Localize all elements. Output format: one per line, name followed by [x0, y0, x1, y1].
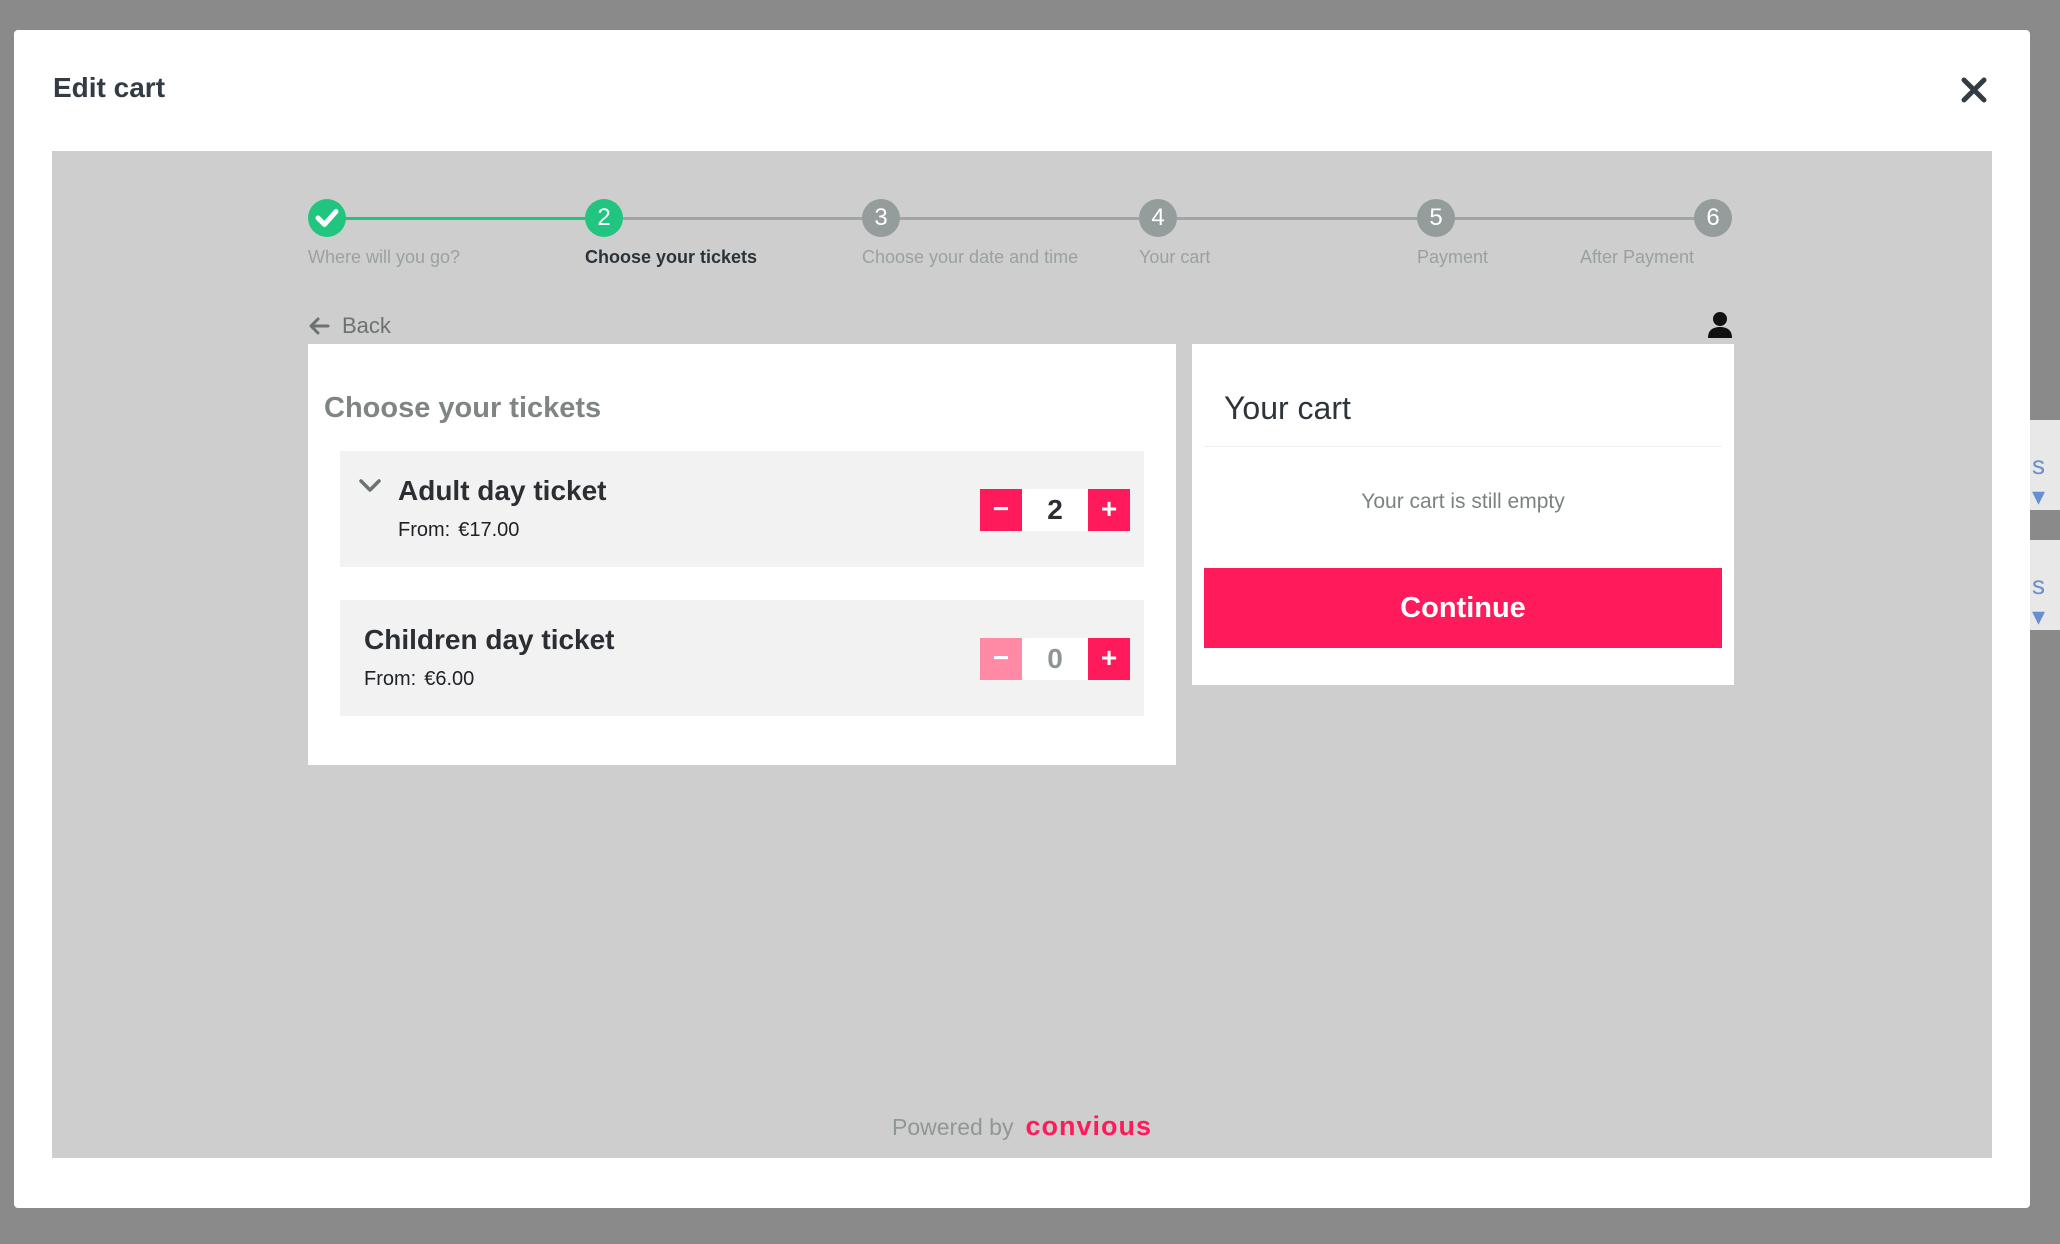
powered-by-text: Powered by	[892, 1114, 1014, 1140]
edit-cart-modal: Edit cart Where will you go? 2 Choose yo…	[14, 30, 2030, 1208]
continue-button[interactable]: Continue	[1204, 568, 1722, 648]
arrow-left-icon	[309, 317, 330, 335]
increase-quantity-button[interactable]: +	[1088, 638, 1130, 680]
step-label: After Payment	[1579, 247, 1694, 267]
price-amount: €17.00	[458, 519, 520, 541]
ticket-card-adult: Adult day ticket From: €17.00 − 2 +	[340, 451, 1144, 567]
ticket-name: Children day ticket	[364, 624, 615, 655]
step-circle: 4	[1139, 199, 1177, 237]
user-icon	[1708, 312, 1732, 338]
increase-quantity-button[interactable]: +	[1088, 489, 1130, 531]
modal-title: Edit cart	[53, 72, 166, 103]
ticket-card-children: Children day ticket From: €6.00 − 0 +	[340, 600, 1144, 716]
booking-widget: Where will you go? 2 Choose your tickets…	[52, 151, 1992, 1158]
step-label: Choose your date and time	[862, 247, 1079, 267]
ticket-price: From: €17.00	[398, 519, 519, 542]
user-account-button[interactable]	[1707, 311, 1733, 339]
cart-panel: Your cart Your cart is still empty Conti…	[1192, 344, 1734, 685]
ticket-name: Adult day ticket	[398, 475, 607, 506]
step-connector	[1447, 217, 1697, 220]
tickets-title: Choose your tickets	[324, 392, 602, 424]
brand-logo[interactable]: convious	[1025, 1111, 1152, 1141]
decrease-quantity-button[interactable]: −	[980, 489, 1022, 531]
divider	[1204, 446, 1722, 447]
quantity-value: 0	[1047, 643, 1063, 674]
tickets-panel: Choose your tickets Adult day ticket Fro…	[308, 344, 1176, 765]
modal-header: Edit cart	[14, 30, 2030, 151]
expand-toggle[interactable]	[358, 477, 382, 495]
step-label: Where will you go?	[308, 247, 461, 267]
decrease-quantity-button[interactable]: −	[980, 638, 1022, 680]
powered-by-footer: Powered by convious	[52, 1111, 1992, 1142]
progress-stepper: Where will you go? 2 Choose your tickets…	[308, 199, 1732, 279]
step-connector	[1169, 217, 1419, 220]
chevron-down-icon	[359, 479, 381, 492]
step-connector	[338, 217, 588, 220]
step-label: Payment	[1417, 247, 1489, 267]
back-button[interactable]: Back	[308, 311, 391, 341]
check-icon	[315, 209, 339, 227]
quantity-stepper: − 2 +	[980, 489, 1130, 531]
step-circle: 5	[1417, 199, 1455, 237]
step-connector	[614, 217, 864, 220]
step-label: Choose your tickets	[585, 247, 758, 267]
back-label: Back	[342, 313, 391, 338]
ticket-price: From: €6.00	[364, 668, 474, 691]
cart-empty-message: Your cart is still empty	[1361, 490, 1565, 513]
step-connector	[892, 217, 1142, 220]
step-circle: 3	[862, 199, 900, 237]
cart-title: Your cart	[1224, 390, 1351, 426]
quantity-stepper: − 0 +	[980, 638, 1130, 680]
price-label: From:	[364, 668, 417, 690]
step-circle: 6	[1694, 199, 1732, 237]
close-icon	[1961, 77, 1987, 103]
price-amount: €6.00	[424, 668, 475, 690]
step-circle	[308, 199, 346, 237]
price-label: From:	[398, 519, 451, 541]
close-button[interactable]	[1956, 72, 1992, 108]
quantity-value: 2	[1047, 494, 1063, 525]
step-circle: 2	[585, 199, 623, 237]
step-label: Your cart	[1139, 247, 1211, 267]
